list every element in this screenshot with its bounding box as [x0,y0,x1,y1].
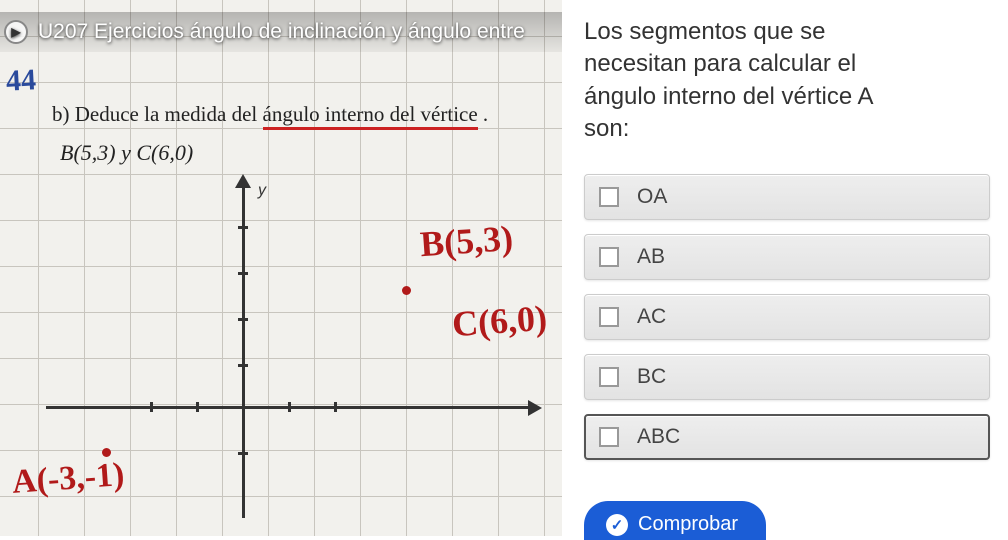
option-oa[interactable]: OA [584,174,990,220]
video-title: U207 Ejercicios ángulo de inclinación y … [38,20,525,44]
option-label: OA [637,185,667,209]
annotation-point-c: C(6,0) [451,297,549,346]
x-tick [334,402,337,412]
problem-statement: b) Deduce la medida del ángulo interno d… [52,102,488,127]
y-tick [238,452,248,455]
question-text: Los segmentos que se necesitan para calc… [584,16,990,146]
x-axis [46,406,536,409]
x-tick [196,402,199,412]
y-tick [238,364,248,367]
channel-avatar-icon[interactable]: ▶ [4,20,28,44]
checkbox-icon[interactable] [599,427,619,447]
y-axis [242,178,245,518]
question-line1: Los segmentos que se [584,18,826,45]
question-line2: necesitan para calcular el [584,50,856,77]
question-line3: ángulo interno del vértice A [584,83,874,110]
x-axis-arrow-icon [528,400,542,416]
point-b-dot [402,286,411,295]
checkbox-icon[interactable] [599,367,619,387]
given-coordinates: B(5,3) y C(6,0) [60,140,193,166]
point-a-dot [102,448,111,457]
video-frame: ▶ U207 Ejercicios ángulo de inclinación … [0,0,562,536]
question-line4: son: [584,115,629,142]
exercise-number: 44 [5,63,37,99]
option-label: AC [637,305,666,329]
video-title-overlay: ▶ U207 Ejercicios ángulo de inclinación … [0,12,562,52]
checkbox-icon[interactable] [599,247,619,267]
option-abc[interactable]: ABC [584,414,990,460]
checkbox-icon[interactable] [599,307,619,327]
option-ac[interactable]: AC [584,294,990,340]
option-label: BC [637,365,666,389]
y-axis-arrow-icon [235,174,251,188]
problem-prefix: b) Deduce la medida del [52,102,263,126]
check-icon: ✓ [606,514,628,536]
annotation-point-b: B(5,3) [419,217,515,265]
y-axis-label: y [258,182,266,200]
annotation-point-a: A(-3,-1) [11,456,126,502]
x-tick [288,402,291,412]
y-tick [238,318,248,321]
x-tick [150,402,153,412]
question-panel: Los segmentos que se necesitan para calc… [562,0,1008,536]
y-tick [238,226,248,229]
option-label: ABC [637,425,680,449]
option-label: AB [637,245,665,269]
y-tick [238,272,248,275]
option-ab[interactable]: AB [584,234,990,280]
checkbox-icon[interactable] [599,187,619,207]
problem-underlined: ángulo interno del vértice [263,102,478,130]
check-button-label: Comprobar [638,513,738,536]
option-bc[interactable]: BC [584,354,990,400]
check-button[interactable]: ✓ Comprobar [584,501,766,540]
